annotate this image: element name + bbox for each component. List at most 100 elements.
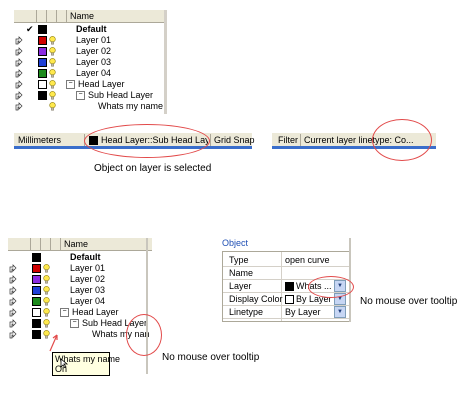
layer-name: Whats my name [98, 101, 164, 111]
layer-name: Layer 02 [76, 46, 112, 56]
layer-row[interactable]: Layer 03 [8, 285, 158, 296]
annotation-ellipse [308, 276, 354, 298]
layer-select-icon[interactable] [9, 275, 20, 284]
layer-select-icon[interactable] [15, 80, 26, 89]
layer-color-swatch[interactable] [38, 58, 47, 67]
active-check-icon: ✔ [26, 24, 34, 34]
collapse-icon[interactable]: − [70, 319, 79, 328]
layer-color-swatch[interactable] [32, 253, 41, 262]
layer-color-swatch[interactable] [32, 308, 41, 317]
layer-name: Layer 03 [70, 285, 106, 295]
layer-color-swatch[interactable] [38, 80, 47, 89]
mouse-cursor-icon [60, 358, 70, 369]
layer-name: Layer 04 [70, 296, 106, 306]
layer-name: Default [70, 252, 101, 262]
layer-select-icon[interactable] [15, 58, 26, 67]
layer-row[interactable]: Layer 03 [14, 57, 164, 68]
panel-scrollbar[interactable] [164, 10, 167, 114]
layer-select-icon[interactable] [15, 36, 26, 45]
property-key: Display Color [229, 294, 283, 304]
layer-name: Sub Head Layer [88, 90, 154, 100]
layer-name: Default [76, 24, 107, 34]
grid-snap-field[interactable]: Grid Snap [214, 134, 255, 146]
layer-select-icon[interactable] [9, 330, 20, 339]
layer-color-swatch[interactable] [32, 286, 41, 295]
property-row[interactable]: Linetype By Layer ▼ [223, 306, 349, 319]
caption-no-tooltip-left: No mouse over tooltip [162, 352, 260, 363]
column-header-name: Name [70, 11, 95, 21]
layer-select-icon[interactable] [15, 102, 26, 111]
property-value: open curve [285, 255, 330, 265]
column-header-name: Name [64, 239, 89, 249]
layer-color-swatch[interactable] [32, 275, 41, 284]
color-swatch [285, 295, 294, 304]
layer-panel-header: Name [14, 10, 164, 23]
caption-no-tooltip-right: No mouse over tooltip [360, 296, 458, 307]
layer-row[interactable]: − Sub Head Layer [14, 90, 164, 101]
layer-name: Head Layer [78, 79, 125, 89]
layer-name: Layer 01 [70, 263, 106, 273]
layer-row[interactable]: ✔ Default [14, 24, 164, 35]
layer-row[interactable]: − Head Layer [14, 79, 164, 90]
layer-row[interactable]: Layer 04 [14, 68, 164, 79]
lightbulb-icon[interactable] [43, 286, 50, 295]
callout-arrow-icon [48, 332, 60, 352]
layer-select-icon[interactable] [9, 286, 20, 295]
layer-name: Layer 01 [76, 35, 112, 45]
layer-row[interactable]: Layer 02 [14, 46, 164, 57]
properties-title: Object [222, 238, 249, 248]
collapse-icon[interactable]: − [76, 91, 85, 100]
layer-select-icon[interactable] [15, 91, 26, 100]
layer-select-icon[interactable] [15, 69, 26, 78]
property-key: Type [229, 255, 249, 265]
layer-color-swatch[interactable] [32, 264, 41, 273]
layer-select-icon[interactable] [9, 308, 20, 317]
layer-select-icon[interactable] [9, 319, 20, 328]
layer-color-swatch[interactable] [38, 25, 47, 34]
lightbulb-icon[interactable] [49, 80, 56, 89]
property-row[interactable]: Type open curve [223, 254, 349, 267]
layer-color-swatch[interactable] [38, 36, 47, 45]
layer-name: Layer 02 [70, 274, 106, 284]
lightbulb-icon[interactable] [43, 275, 50, 284]
filter-field[interactable]: Filter [278, 134, 298, 146]
layer-color-swatch[interactable] [38, 69, 47, 78]
layer-color-swatch[interactable] [38, 47, 47, 56]
property-key: Name [229, 268, 254, 278]
layer-row[interactable]: Layer 02 [8, 274, 158, 285]
property-key: Layer [229, 281, 252, 291]
lightbulb-icon[interactable] [49, 36, 56, 45]
lightbulb-icon[interactable] [49, 69, 56, 78]
annotation-ellipse [126, 314, 162, 356]
lightbulb-icon[interactable] [43, 308, 50, 317]
lightbulb-icon[interactable] [43, 264, 50, 273]
layer-select-icon[interactable] [9, 264, 20, 273]
layer-row[interactable]: Whats my name [14, 101, 164, 112]
layer-row[interactable]: Default [8, 252, 158, 263]
layer-color-swatch[interactable] [32, 330, 41, 339]
lightbulb-icon[interactable] [43, 319, 50, 328]
collapse-icon[interactable]: − [66, 80, 75, 89]
lightbulb-icon[interactable] [49, 58, 56, 67]
layer-row[interactable]: Layer 01 [8, 263, 158, 274]
layer-name: Layer 04 [76, 68, 112, 78]
layer-select-icon[interactable] [15, 47, 26, 56]
collapse-icon[interactable]: − [60, 308, 69, 317]
layer-color-swatch[interactable] [32, 319, 41, 328]
layer-row[interactable]: Layer 04 [8, 296, 158, 307]
property-key: Linetype [229, 307, 264, 317]
dropdown-button[interactable]: ▼ [334, 306, 346, 318]
annotation-ellipse [84, 124, 210, 158]
layer-name: Layer 03 [76, 57, 112, 67]
layer-color-swatch[interactable] [32, 297, 41, 306]
caption-selected: Object on layer is selected [94, 163, 212, 174]
layer-row[interactable]: Layer 01 [14, 35, 164, 46]
lightbulb-icon[interactable] [43, 297, 50, 306]
lightbulb-icon[interactable] [49, 102, 56, 111]
units-field[interactable]: Millimeters [18, 134, 61, 146]
lightbulb-icon[interactable] [49, 91, 56, 100]
lightbulb-icon[interactable] [49, 47, 56, 56]
annotation-ellipse [372, 119, 432, 161]
layer-select-icon[interactable] [9, 297, 20, 306]
layer-color-swatch[interactable] [38, 91, 47, 100]
